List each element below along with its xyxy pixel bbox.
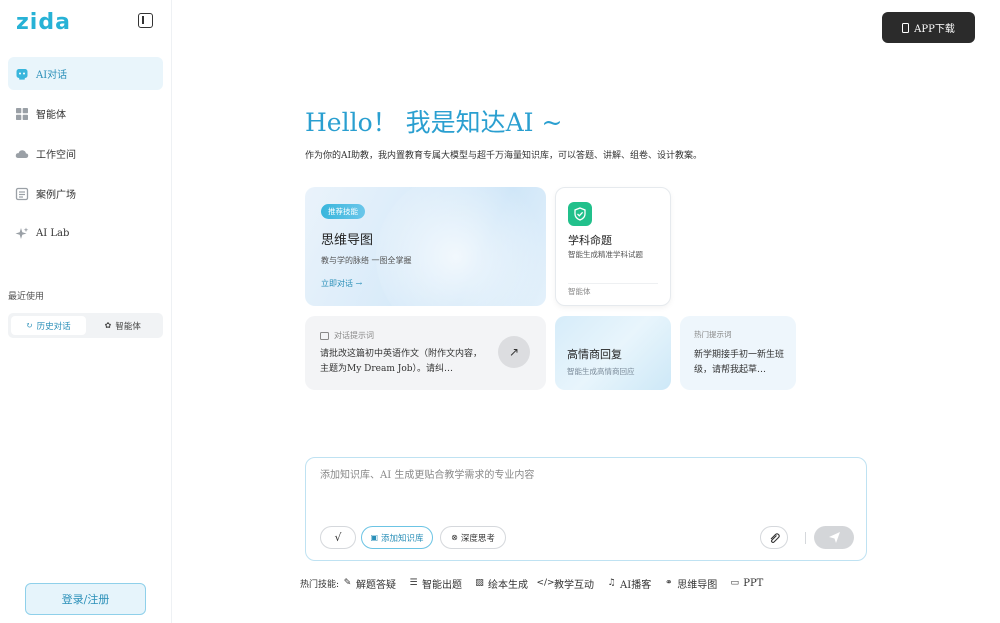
skill-label: 解题答疑 (356, 579, 397, 591)
shield-check-icon (568, 202, 592, 226)
skill-label: AI播客 (620, 579, 652, 591)
skill-label: 教学互动 (554, 579, 595, 591)
card-decoration (376, 187, 546, 306)
hero-title: Hello！ 我是知达AI ~ (305, 108, 563, 137)
sidebar-collapse-icon[interactable] (138, 13, 153, 28)
recommend-badge: 推荐技能 (321, 204, 365, 219)
mindmap-icon: ⚭ (664, 578, 673, 588)
sidebar-item-workspace[interactable]: 工作空间 (8, 137, 163, 170)
tab-history[interactable]: ↻ 历史对话 (11, 316, 86, 335)
separator (805, 532, 806, 544)
chat-input[interactable]: 添加知识库、AI 生成更贴合教学需求的专业内容 (320, 466, 534, 481)
recent-label: 最近使用 (8, 292, 45, 302)
sidebar-item-label: AI对话 (36, 70, 68, 81)
skill-ai-podcast[interactable]: ♫ AI播客 (606, 576, 652, 591)
deep-think-label: 深度思考 (460, 533, 495, 544)
grid-icon (15, 107, 29, 121)
sidebar-item-agents[interactable]: 智能体 (8, 97, 163, 130)
chat-input-box[interactable]: 添加知识库、AI 生成更贴合教学需求的专业内容 √ ▣ 添加知识库 ⊗ 深度思考 (305, 457, 867, 561)
skill-ppt[interactable]: ▭ PPT (729, 578, 763, 589)
sidebar: zida AI对话 智能体 工作空间 案例广场 AI Lab 最近使用 ↻ 历史… (0, 0, 172, 623)
deep-think-button[interactable]: ⊗ 深度思考 (440, 526, 506, 549)
app-download-label: APP下载 (914, 24, 955, 35)
hot-skills-label: 热门技能: (300, 579, 340, 590)
skill-label: PPT (743, 577, 764, 589)
sidebar-item-case-plaza[interactable]: 案例广场 (8, 177, 163, 210)
phone-icon (902, 22, 910, 33)
chat-bot-icon (15, 67, 29, 81)
sidebar-nav: AI对话 智能体 工作空间 案例广场 AI Lab (8, 57, 163, 257)
prompt-head-label: 对话提示词 (334, 331, 374, 340)
recent-segment: ↻ 历史对话 ✿ 智能体 (8, 313, 163, 338)
card-subject-questions[interactable]: 学科命题 智能生成精准学科试题 智能体 (555, 187, 671, 306)
sidebar-item-label: AI Lab (36, 228, 70, 239)
skill-teaching-interaction[interactable]: </> 教学互动 (536, 576, 595, 591)
login-button[interactable]: 登录/注册 (25, 583, 146, 615)
quiz-icon: ☰ (409, 578, 418, 588)
logo: zida (16, 10, 71, 35)
divider (568, 283, 658, 284)
card-hot-prompt[interactable]: 热门提示词 新学期接手初一新生班级，请帮我起草… (680, 316, 796, 390)
history-icon: ↻ (25, 321, 33, 330)
card-desc: 智能生成高情商回应 (567, 367, 635, 376)
start-chat-link[interactable]: 立即对话 → (321, 278, 362, 289)
list-doc-icon (15, 187, 29, 201)
solve-icon: ✎ (343, 578, 352, 588)
card-title: 学科命题 (568, 234, 612, 247)
sidebar-item-label: 案例广场 (36, 190, 76, 201)
tab-history-label: 历史对话 (36, 321, 71, 332)
sidebar-item-label: 工作空间 (36, 150, 76, 161)
cloud-icon (15, 147, 29, 161)
code-icon: </> (536, 578, 555, 588)
card-mindmap[interactable]: 推荐技能 思维导图 教与学的脉络 一图全掌握 立即对话 → (305, 187, 546, 306)
skill-label: 绘本生成 (488, 579, 529, 591)
paperclip-icon[interactable] (760, 526, 788, 549)
card-title: 高情商回复 (567, 348, 622, 361)
hot-prompt-head: 热门提示词 (694, 330, 732, 339)
skill-solve[interactable]: ✎ 解题答疑 (342, 576, 396, 591)
card-prompt[interactable]: 对话提示词 请批改这篇初中英语作文（附作文内容，主题为My Dream Job）… (305, 316, 546, 390)
card-title: 思维导图 (321, 233, 374, 248)
skill-label: 智能出题 (422, 579, 463, 591)
tab-agents-label: 智能体 (115, 321, 141, 332)
card-tag: 智能体 (568, 287, 591, 296)
add-knowledge-base-button[interactable]: ▣ 添加知识库 (361, 526, 433, 549)
send-button[interactable] (814, 526, 854, 549)
sidebar-item-ai-lab[interactable]: AI Lab (8, 217, 163, 250)
prompt-head: 对话提示词 (320, 330, 374, 341)
sidebar-item-label: 智能体 (36, 110, 66, 121)
send-icon (828, 532, 840, 543)
add-knowledge-base-label: 添加知识库 (381, 533, 424, 544)
skill-picture-book[interactable]: ▨ 绘本生成 (474, 576, 528, 591)
knowledge-base-icon: ▣ (370, 533, 379, 542)
prompt-text: 请批改这篇初中英语作文（附作文内容，主题为My Dream Job）。请纠… (320, 349, 483, 374)
sparkle-icon (15, 227, 29, 241)
hero-subtitle: 作为你的AI助教，我内置教育专属大模型与超千万海量知识库，可以答题、讲解、组卷、… (305, 151, 703, 161)
arrow-up-right-icon[interactable]: ↗ (498, 336, 530, 368)
card-desc: 智能生成精准学科试题 (568, 250, 643, 259)
atom-icon: ⊗ (451, 533, 458, 542)
tab-agents[interactable]: ✿ 智能体 (86, 316, 161, 335)
skill-mindmap[interactable]: ⚭ 思维导图 (663, 576, 717, 591)
skill-label: 思维导图 (677, 579, 718, 591)
picture-book-icon: ▨ (475, 578, 484, 588)
app-download-button[interactable]: APP下载 (882, 12, 975, 43)
hot-skills-bar: 热门技能: ✎ 解题答疑 ☰ 智能出题 ▨ 绘本生成 </> 教学互动 ♫ AI… (300, 575, 763, 591)
check-button[interactable]: √ (320, 526, 356, 549)
skill-quiz[interactable]: ☰ 智能出题 (408, 576, 463, 591)
gear-icon: ✿ (104, 321, 112, 330)
card-desc: 教与学的脉络 一图全掌握 (321, 256, 412, 265)
card-eq-reply[interactable]: 高情商回复 智能生成高情商回应 (555, 316, 671, 390)
chat-bubble-icon (320, 331, 329, 340)
presentation-icon: ▭ (730, 578, 739, 588)
hot-prompt-text: 新学期接手初一新生班级，请帮我起草… (694, 350, 785, 375)
microphone-icon: ♫ (607, 578, 616, 588)
sidebar-item-ai-chat[interactable]: AI对话 (8, 57, 163, 90)
